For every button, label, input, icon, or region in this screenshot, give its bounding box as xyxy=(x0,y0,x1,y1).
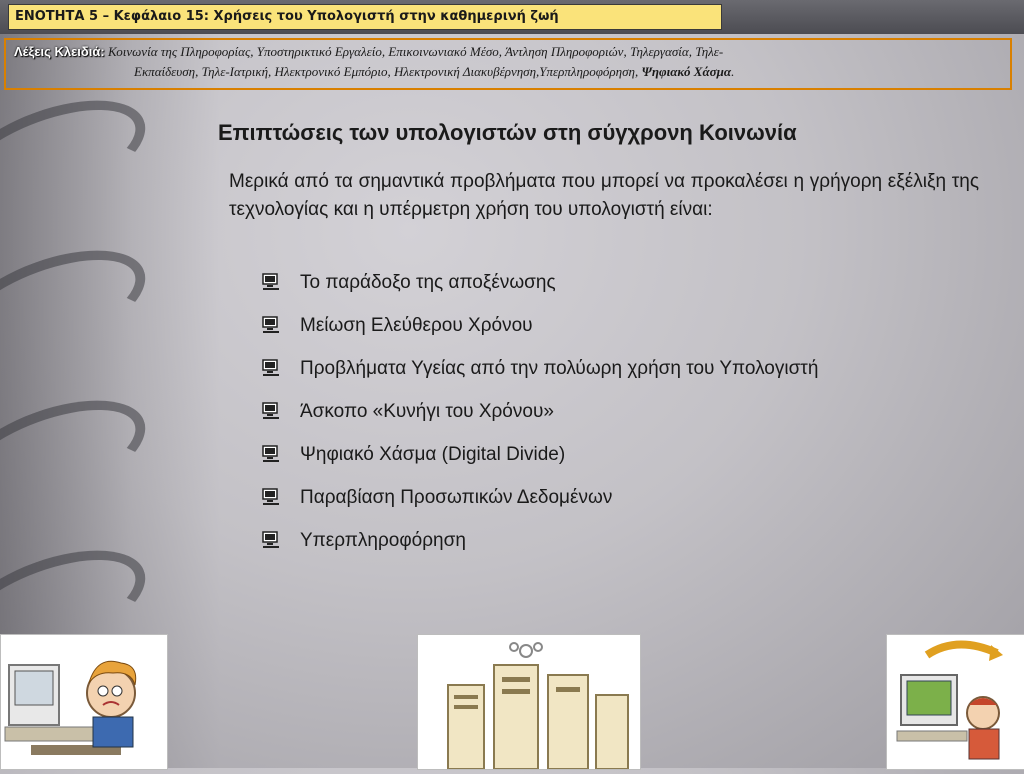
chapter-title: ΕΝΟΤΗΤΑ 5 – Κεφάλαιο 15: Χρήσεις του Υπο… xyxy=(8,4,722,30)
bullet-item: Προβλήματα Υγείας από την πολύωρη χρήση … xyxy=(260,348,980,390)
bullet-item: Άσκοπο «Κυνήγι του Χρόνου» xyxy=(260,391,980,433)
bullet-text: Άσκοπο «Κυνήγι του Χρόνου» xyxy=(300,401,554,422)
computers-illustration xyxy=(417,634,641,770)
keywords-box: Λέξεις Κλειδιά: Κοινωνία της Πληροφορίας… xyxy=(4,38,1012,90)
computer-icon xyxy=(262,531,279,548)
bullet-item: Μείωση Ελεύθερου Χρόνου xyxy=(260,305,980,347)
bullet-item: Παραβίαση Προσωπικών Δεδομένων xyxy=(260,477,980,519)
slide-heading: Επιπτώσεις των υπολογιστών στη σύγχρονη … xyxy=(218,120,797,145)
bullet-text: Υπερπληροφόρηση xyxy=(300,530,466,551)
bullet-item: Το παράδοξο της αποξένωσης xyxy=(260,262,980,304)
keywords-line-2-wrap: Εκπαίδευση, Τηλε-Ιατρική, Ηλεκτρονικό Εμ… xyxy=(14,62,1002,82)
keywords-end: . xyxy=(731,64,735,79)
keywords-emphasis: Ψηφιακό Χάσμα xyxy=(641,64,732,79)
computer-icon xyxy=(262,445,279,462)
user-at-computer-illustration xyxy=(886,634,1024,770)
intro-paragraph: Μερικά από τα σημαντικά προβλήματα που μ… xyxy=(229,171,979,220)
bullet-text: Προβλήματα Υγείας από την πολύωρη χρήση … xyxy=(300,358,819,379)
bullet-text: Ψηφιακό Χάσμα (Digital Divide) xyxy=(300,444,566,465)
computer-icon xyxy=(262,359,279,376)
keywords-line-2: Εκπαίδευση, Τηλε-Ιατρική, Ηλεκτρονικό Εμ… xyxy=(134,64,639,79)
bullet-text: Μείωση Ελεύθερου Χρόνου xyxy=(300,315,533,336)
bullet-item: Υπερπληροφόρηση xyxy=(260,520,980,562)
computer-icon xyxy=(262,402,279,419)
computer-icon xyxy=(262,488,279,505)
stressed-user-illustration xyxy=(0,634,168,770)
computer-icon xyxy=(262,273,279,290)
bullet-text: Το παράδοξο της αποξένωσης xyxy=(300,272,556,293)
bullet-item: Ψηφιακό Χάσμα (Digital Divide) xyxy=(260,434,980,476)
keywords-line-1: Κοινωνία της Πληροφορίας, Υποστηρικτικό … xyxy=(107,44,724,59)
bullet-list: Το παράδοξο της αποξένωσης Μείωση Ελεύθε… xyxy=(260,262,980,563)
top-bar: ΕΝΟΤΗΤΑ 5 – Κεφάλαιο 15: Χρήσεις του Υπο… xyxy=(0,0,1024,34)
bullet-text: Παραβίαση Προσωπικών Δεδομένων xyxy=(300,487,613,508)
computer-icon xyxy=(262,316,279,333)
keywords-label: Λέξεις Κλειδιά: xyxy=(14,44,105,59)
